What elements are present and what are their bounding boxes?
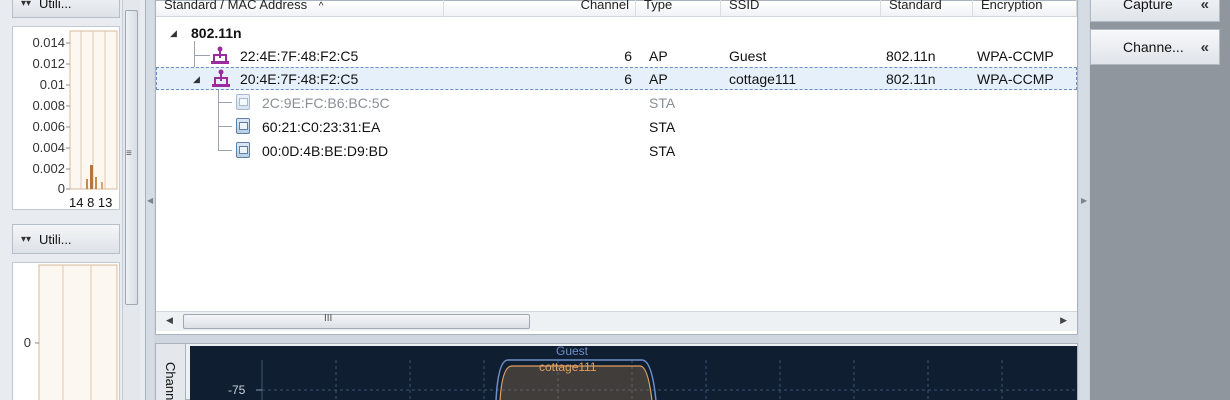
station-icon (236, 118, 250, 134)
collapse-chevron-icon[interactable]: ▾▾ (21, 0, 31, 9)
y-tick-label: 0.002 (32, 161, 65, 176)
type: STA (649, 119, 676, 135)
grip-icon: ≡ (126, 148, 132, 159)
standard: 802.11n (886, 71, 936, 87)
channel: 6 (624, 48, 632, 64)
column-header-channel[interactable]: Channel (444, 0, 636, 17)
column-header-type[interactable]: Type (636, 0, 721, 17)
y-tick-label: 0.012 (32, 56, 65, 71)
utilization-section-label: Utili... (39, 231, 72, 247)
ssid: cottage111 (729, 71, 797, 87)
access-point-icon (211, 46, 229, 64)
encryption: WPA-CCMP (977, 71, 1054, 87)
capture-label: Capture (1123, 0, 1173, 12)
group-row[interactable]: ◢ 802.11n (156, 21, 1077, 44)
standard: 802.11n (886, 48, 936, 64)
double-chevron-left-icon[interactable]: « (1201, 39, 1209, 56)
left-vertical-scrollbar[interactable]: ≡ (122, 0, 140, 400)
right-panel: Capture « Channe... « (1090, 0, 1230, 400)
encryption: WPA-CCMP (977, 48, 1054, 64)
utilization-section-label: Utili... (39, 0, 72, 11)
type: STA (649, 95, 676, 111)
channel-graph-tab-label: Chann (163, 362, 178, 400)
channel: 6 (624, 71, 632, 87)
scrollbar-thumb[interactable] (183, 314, 530, 329)
utilization-chart-2: 0 (12, 262, 120, 400)
channel-graph: -75 Guest cottage111 (190, 344, 1077, 400)
column-header-standard[interactable]: Standard (881, 0, 973, 17)
channel-graph-panel: Chann -75 Guest cottage111 (155, 343, 1078, 400)
table-row[interactable]: 00:0D:4B:BE:D9:BD STA (156, 139, 1077, 162)
utilization-bar (86, 179, 88, 189)
collapse-triangle-icon[interactable]: ◢ (170, 28, 177, 39)
scroll-left-icon[interactable]: ◀ (166, 315, 173, 326)
y-tick-label: 0 (57, 181, 65, 196)
table-row-selected[interactable]: ◢ 20:4E:7F:48:F2:C5 6 AP cottage111 802.… (156, 67, 1077, 90)
type: AP (649, 48, 668, 64)
column-label: Standard / MAC Address (164, 0, 308, 12)
table-row[interactable]: 22:4E:7F:48:F2:C5 6 AP Guest 802.11n WPA… (156, 44, 1077, 67)
double-chevron-left-icon[interactable]: « (1201, 0, 1209, 13)
scroll-right-icon[interactable]: ▶ (1060, 315, 1067, 326)
table-row[interactable]: 2C:9E:FC:B6:BC:5C STA (156, 91, 1077, 114)
utilization-bar (90, 165, 93, 189)
y-tick-label: 0.008 (32, 98, 65, 113)
table-row[interactable]: 60:21:C0:23:31:EA STA (156, 115, 1077, 138)
guest-network-label: Guest (556, 344, 589, 358)
right-splitter[interactable]: ▶ (1079, 0, 1089, 400)
collapse-triangle-icon[interactable]: ◢ (193, 74, 200, 85)
column-header-encryption[interactable]: Encryption (973, 0, 1077, 17)
mac-address: 60:21:C0:23:31:EA (262, 119, 381, 135)
network-table: Standard / MAC Address ^ Channel Type SS… (155, 0, 1078, 335)
type: AP (649, 71, 668, 87)
utilization-bar (95, 177, 97, 189)
x-tick-labels: 14 8 13 (69, 195, 113, 210)
table-header: Standard / MAC Address ^ Channel Type SS… (156, 0, 1077, 17)
y-tick-label: 0.014 (32, 35, 65, 50)
access-point-icon (212, 69, 230, 87)
utilization-bar (101, 182, 103, 189)
sort-ascending-icon: ^ (318, 1, 324, 12)
y-tick-label: 0.01 (39, 77, 65, 92)
utilization-section-header-1[interactable]: ▾▾ Utili... (12, 0, 120, 18)
grip-icon: III (324, 313, 333, 324)
group-label: 802.11n (191, 25, 242, 41)
column-header-mac[interactable]: Standard / MAC Address ^ (156, 0, 444, 17)
mac-address: 2C:9E:FC:B6:BC:5C (262, 95, 390, 111)
capture-button[interactable]: Capture « (1090, 0, 1220, 22)
horizontal-scrollbar[interactable]: ◀ III ▶ (156, 311, 1077, 331)
channel-label: Channe... (1123, 39, 1184, 55)
graph-y-tick: -75 (228, 383, 246, 397)
station-icon (236, 142, 250, 158)
mac-address: 00:0D:4B:BE:D9:BD (262, 143, 389, 159)
channel-button[interactable]: Channe... « (1090, 29, 1220, 65)
y-tick-label: 0.006 (32, 119, 65, 134)
channel-graph-tab[interactable]: Chann (156, 344, 186, 400)
cottage-network-label: cottage111 (539, 360, 597, 374)
station-icon (236, 94, 250, 110)
utilization-chart-1: 0.014 0.012 0.01 0.008 0.006 0.004 0.002… (12, 26, 120, 210)
utilization-panel: ▾▾ Utili... 0.014 0.012 0.01 0.008 0.006… (0, 0, 146, 400)
mac-address: 22:4E:7F:48:F2:C5 (240, 48, 359, 64)
utilization-section-header-2[interactable]: ▾▾ Utili... (12, 224, 120, 254)
left-splitter[interactable]: ◀ (146, 0, 154, 400)
y-tick-label: 0 (23, 335, 31, 350)
mac-address: 20:4E:7F:48:F2:C5 (240, 71, 359, 87)
collapse-chevron-icon[interactable]: ▾▾ (21, 234, 31, 245)
y-tick-label: 0.004 (32, 140, 65, 155)
column-header-ssid[interactable]: SSID (721, 0, 881, 17)
ssid: Guest (729, 48, 767, 64)
type: STA (649, 143, 676, 159)
